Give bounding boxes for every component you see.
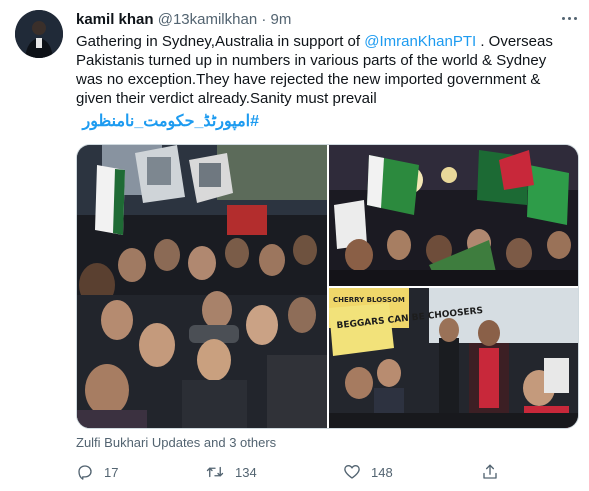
author-name[interactable]: kamil khan	[76, 11, 154, 28]
retweet-icon	[206, 466, 224, 478]
tweet-text: Gathering in Sydney,Australia in support…	[76, 32, 576, 108]
photo-2[interactable]	[329, 145, 578, 286]
retweet-count: 134	[235, 464, 257, 480]
tweet-text-part1: Gathering in Sydney,Australia in support…	[76, 33, 365, 50]
like-button[interactable]: 148	[343, 461, 393, 483]
mention-link[interactable]: @ImranKhanPTI	[364, 33, 476, 50]
photo-3[interactable]: CHERRY BLOSSOM BEGGARS CAN BE CHOOSERS	[329, 288, 578, 428]
share-button[interactable]	[481, 461, 509, 483]
avatar[interactable]	[15, 10, 63, 58]
background-sign-text: CHERRY BLOSSOM	[333, 296, 405, 304]
hashtag-link[interactable]: #امپورٹڈ_حکومت_نامنظور	[83, 112, 260, 132]
tweet-header: kamil khan @13kamilkhan · 9m	[76, 11, 291, 29]
share-icon	[483, 464, 497, 479]
photo-1[interactable]	[77, 145, 327, 428]
action-bar: 17 134 148	[76, 461, 497, 483]
tweet-card[interactable]: kamil khan @13kamilkhan · 9m Gathering i…	[0, 0, 589, 491]
author-handle[interactable]: @13kamilkhan	[158, 11, 257, 28]
like-count: 148	[371, 464, 393, 480]
heart-icon	[344, 465, 360, 479]
more-dots-icon[interactable]	[556, 8, 582, 28]
reply-count: 17	[104, 464, 119, 480]
media-grid: CHERRY BLOSSOM BEGGARS CAN BE CHOOSERS	[76, 144, 579, 429]
tagged-users[interactable]: Zulfi Bukhari Updates and 3 others	[76, 435, 276, 451]
tweet-time[interactable]: 9m	[271, 11, 292, 28]
header-separator: ·	[261, 11, 267, 28]
retweet-button[interactable]: 134	[205, 461, 257, 483]
reply-button[interactable]: 17	[76, 461, 118, 483]
reply-icon	[78, 465, 92, 480]
